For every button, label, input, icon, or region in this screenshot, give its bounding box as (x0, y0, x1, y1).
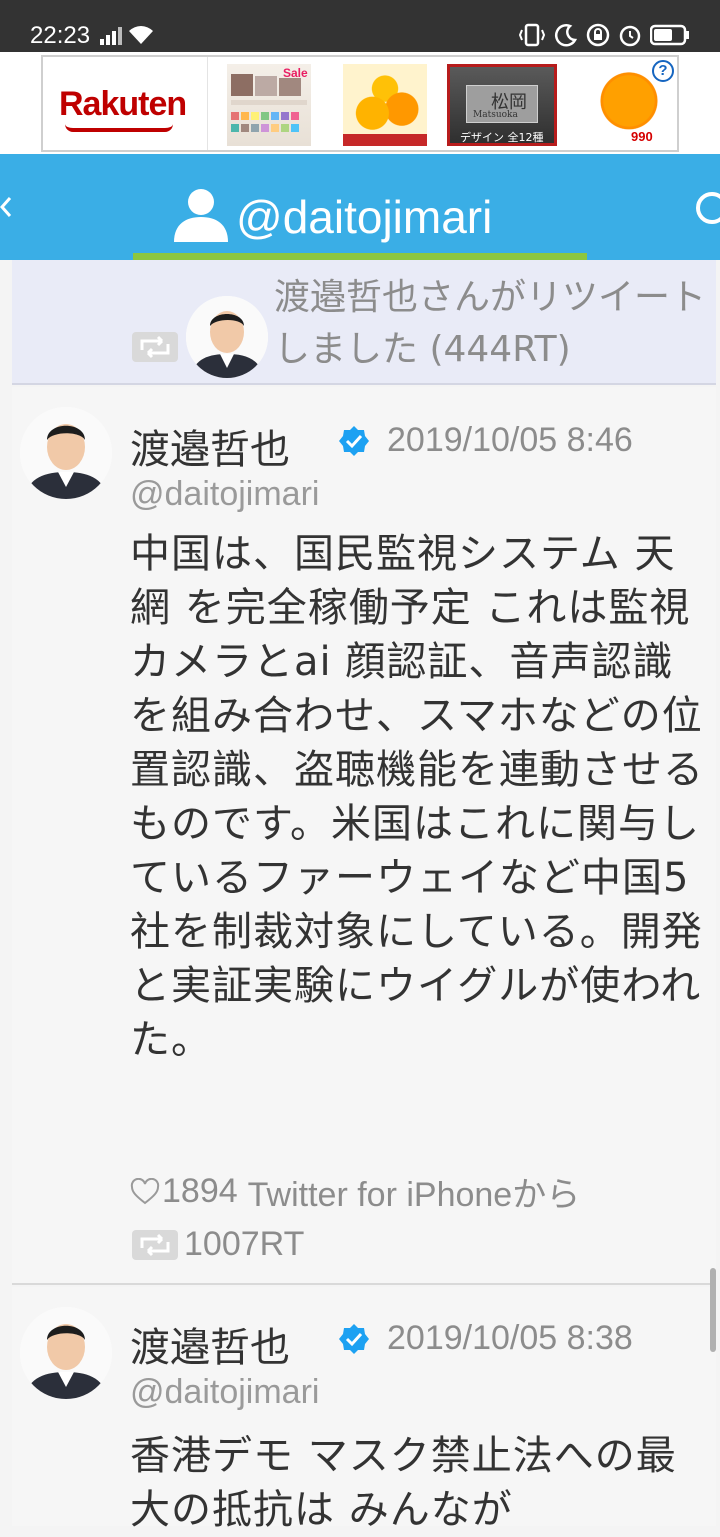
tweet-body: 香港デモ マスク禁止法への最大の抵抗は みんなが (130, 1433, 677, 1533)
status-icons (518, 22, 690, 48)
tweet-date: 2019/10/05 8:46 (387, 421, 633, 459)
ad-thumb-towels[interactable]: Sale (227, 64, 311, 146)
status-bar: 22:23 (0, 0, 720, 52)
ad-box[interactable]: Rakuten Sale 松岡 Matsuoka デザイン 全12種 990 ? (41, 55, 679, 152)
wifi-icon (129, 26, 153, 44)
user-icon (174, 189, 228, 242)
nameplate-image: 松岡 Matsuoka (466, 85, 538, 123)
nameplate-sub: Matsuoka (473, 110, 518, 120)
ad-thumb-nameplate[interactable]: 松岡 Matsuoka デザイン 全12種 (447, 64, 557, 146)
rakuten-swoosh (65, 124, 173, 132)
retweet-icon (132, 332, 178, 362)
header-handle: @daitojimari (236, 191, 493, 243)
battery-icon (650, 24, 689, 46)
retweet-count: 1007RT (184, 1225, 305, 1263)
sale-tag: Sale (283, 66, 308, 80)
ad-divider (207, 57, 208, 150)
tweet-body: 中国は、国民監視システム 天網 を完全稼働予定 これは監視カメラとai 顔認証、… (130, 531, 704, 1063)
signal-icon (100, 27, 122, 45)
status-time: 22:23 (30, 22, 91, 49)
orange-price: 990 (631, 129, 653, 144)
tweet-retweets: 1007RT (130, 1225, 304, 1264)
ad-thumb-mandarins[interactable] (343, 64, 427, 146)
author-avatar[interactable] (20, 1307, 112, 1399)
ad-thumb-orange[interactable]: 990 (575, 64, 665, 146)
tweet-card[interactable]: 渡邉哲也 2019/10/05 8:46 @daitojimari 中国は、国民… (12, 387, 716, 1285)
tweet-card[interactable]: 渡邉哲也 2019/10/05 8:38 @daitojimari 香港デモ マ… (12, 1287, 716, 1533)
vibrate-icon (518, 23, 546, 47)
author-name[interactable]: 渡邉哲也 (130, 417, 290, 475)
scrollbar-thumb[interactable] (710, 1268, 716, 1352)
author-handle[interactable]: @daitojimari (130, 475, 319, 514)
author-name[interactable]: 渡邉哲也 (130, 1315, 290, 1373)
alarm-icon (619, 25, 641, 47)
author-handle[interactable]: @daitojimari (130, 1373, 319, 1412)
app-header: @daitojimari (0, 154, 720, 260)
retweeter-avatar[interactable] (186, 296, 268, 378)
verified-badge-icon (339, 1324, 369, 1354)
retweet-notice[interactable]: 渡邉哲也さんがリツイートしました (444RT) (12, 260, 716, 385)
tweet-date: 2019/10/05 8:38 (387, 1319, 633, 1357)
moon-icon (554, 24, 578, 47)
ad-banner: Rakuten Sale 松岡 Matsuoka デザイン 全12種 990 ? (0, 52, 720, 154)
ad-help-icon[interactable]: ? (652, 60, 674, 82)
author-avatar[interactable] (20, 407, 112, 499)
promo-strip (343, 134, 427, 146)
tweet-source: Twitter for iPhoneから (247, 1176, 581, 1214)
retweet-notice-text: 渡邉哲也さんがリツイートしました (444RT) (274, 277, 707, 370)
lock-rotation-icon (586, 23, 610, 47)
rakuten-logo[interactable]: Rakuten (59, 85, 187, 124)
header-active-indicator (133, 253, 587, 260)
verified-badge-icon (339, 426, 369, 456)
search-icon[interactable] (690, 190, 720, 230)
like-count: 1894 (162, 1172, 238, 1210)
tweet-meta: 1894 Twitter for iPhoneから (130, 1167, 580, 1216)
chevron-left-icon[interactable] (0, 196, 14, 218)
nameplate-caption: デザイン 全12種 (460, 131, 544, 144)
heart-icon[interactable] (130, 1177, 160, 1206)
retweet-icon[interactable] (130, 1228, 180, 1262)
